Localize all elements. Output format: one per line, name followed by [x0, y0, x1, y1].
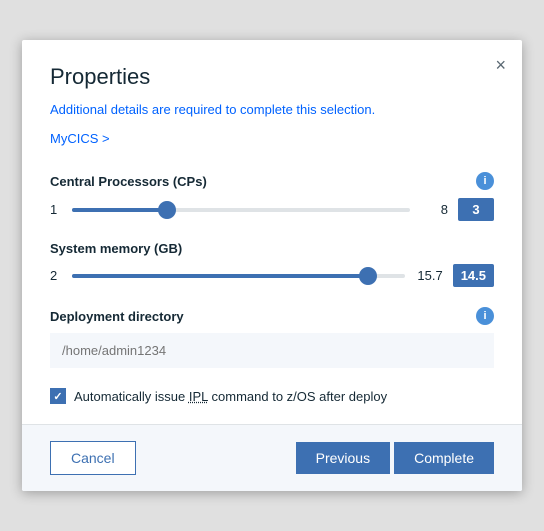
previous-button[interactable]: Previous — [296, 442, 390, 474]
close-button[interactable]: × — [495, 56, 506, 74]
breadcrumb[interactable]: MyCICS > — [50, 131, 494, 146]
cp-slider-fill — [72, 208, 167, 212]
dialog-subtitle: Additional details are required to compl… — [50, 102, 494, 117]
memory-slider-row: 2 15.7 14.5 — [50, 264, 494, 287]
directory-section: Deployment directory i — [50, 307, 494, 368]
dialog-title: Properties — [50, 64, 494, 90]
cp-slider-track — [72, 208, 410, 212]
memory-slider-track — [72, 274, 405, 278]
memory-slider-wrapper[interactable] — [72, 266, 405, 286]
cp-info-icon[interactable]: i — [476, 172, 494, 190]
cp-label-row: Central Processors (CPs) i — [50, 172, 494, 190]
memory-label-row: System memory (GB) — [50, 241, 494, 256]
directory-label-row: Deployment directory i — [50, 307, 494, 325]
properties-dialog: Properties Additional details are requir… — [22, 40, 522, 491]
cp-min: 1 — [50, 202, 62, 217]
memory-value-box: 14.5 — [453, 264, 494, 287]
cp-value-box: 3 — [458, 198, 494, 221]
directory-info-icon[interactable]: i — [476, 307, 494, 325]
complete-button[interactable]: Complete — [394, 442, 494, 474]
directory-input[interactable] — [50, 333, 494, 368]
cp-slider-wrapper[interactable] — [72, 200, 410, 220]
cp-slider-thumb[interactable] — [158, 201, 176, 219]
ipl-checkbox[interactable] — [50, 388, 66, 404]
cp-section: Central Processors (CPs) i 1 8 3 — [50, 172, 494, 221]
cp-label: Central Processors (CPs) — [50, 174, 207, 189]
memory-slider-fill — [72, 274, 368, 278]
cp-slider-row: 1 8 3 — [50, 198, 494, 221]
checkbox-label-before: Automatically issue — [74, 389, 189, 404]
memory-slider-thumb[interactable] — [359, 267, 377, 285]
cancel-button[interactable]: Cancel — [50, 441, 136, 475]
checkbox-label: Automatically issue IPL command to z/OS … — [74, 389, 387, 404]
directory-label: Deployment directory — [50, 309, 184, 324]
dialog-body: Central Processors (CPs) i 1 8 3 System … — [22, 172, 522, 424]
checkbox-label-after: command to z/OS after deploy — [208, 389, 387, 404]
dialog-header: Properties Additional details are requir… — [22, 40, 522, 172]
action-buttons: Previous Complete — [296, 442, 494, 474]
memory-section: System memory (GB) 2 15.7 14.5 — [50, 241, 494, 287]
memory-label: System memory (GB) — [50, 241, 182, 256]
cp-max: 8 — [420, 202, 448, 217]
memory-max: 15.7 — [415, 268, 443, 283]
ipl-text: IPL — [189, 389, 208, 404]
dialog-footer: Cancel Previous Complete — [22, 424, 522, 491]
checkbox-row: Automatically issue IPL command to z/OS … — [50, 388, 494, 404]
memory-min: 2 — [50, 268, 62, 283]
